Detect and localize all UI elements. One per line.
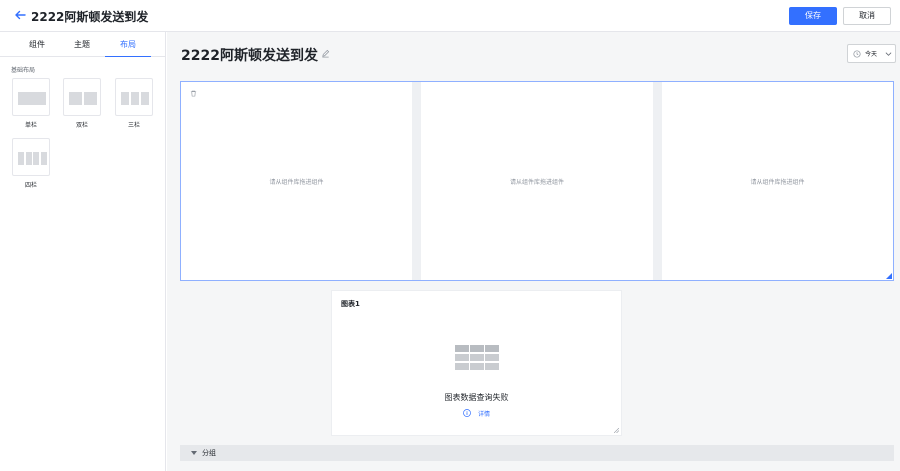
thumb-block — [141, 92, 149, 105]
left-panel: 组件 主题 布局 基础布局 单栏 双栏 三栏 四栏 — [0, 32, 166, 471]
chart-title: 图表1 — [341, 300, 360, 308]
date-filter-select[interactable]: 今天 — [847, 44, 896, 63]
date-filter-label: 今天 — [865, 51, 878, 58]
back-arrow-icon[interactable] — [12, 7, 28, 23]
thumb-block — [18, 152, 24, 165]
layout-option-triple[interactable]: 三栏 — [115, 78, 153, 134]
layout-label: 双栏 — [75, 122, 88, 129]
thumb-block — [131, 92, 139, 105]
caret-down-icon — [191, 451, 197, 455]
layout-option-quad[interactable]: 四栏 — [12, 138, 50, 194]
thumb-block — [33, 152, 39, 165]
thumb-block — [25, 152, 32, 165]
page-title: 2222阿斯顿发送到发 — [181, 48, 318, 64]
layout-label: 单栏 — [24, 122, 37, 129]
thumb-block — [18, 92, 46, 105]
chart-error-message: 图表数据查询失败 — [444, 393, 509, 402]
drop-placeholder: 请从组件库拖进组件 — [509, 179, 564, 186]
drop-placeholder: 请从组件库拖进组件 — [750, 179, 805, 186]
layout-column-1[interactable]: 请从组件库拖进组件 — [181, 82, 412, 280]
dashboard-canvas: 2222阿斯顿发送到发 今天 请从组件库拖进组件 请从组件库拖进组件 请从组件库… — [167, 32, 900, 471]
layout-label: 四栏 — [24, 182, 37, 189]
section-label-basic-layout: 基础布局 — [11, 67, 36, 74]
resize-icon[interactable] — [886, 273, 892, 279]
cancel-button[interactable]: 取消 — [843, 7, 891, 25]
chevron-down-icon — [885, 52, 892, 56]
thumb-block — [40, 152, 47, 165]
details-label: 详情 — [478, 411, 491, 418]
thumb-block — [69, 92, 82, 105]
edit-icon[interactable] — [321, 49, 330, 58]
panel-tabs: 组件 主题 布局 — [0, 32, 166, 57]
tab-theme[interactable]: 主题 — [59, 32, 105, 57]
layout-option-double[interactable]: 双栏 — [63, 78, 101, 134]
delete-icon[interactable] — [190, 90, 197, 97]
group-section-header[interactable]: 分组 — [180, 445, 894, 461]
clock-icon — [853, 50, 861, 58]
layout-thumb-double — [63, 78, 101, 116]
thumb-block — [84, 92, 97, 105]
layout-option-single[interactable]: 单栏 — [12, 78, 50, 134]
thumb-block — [121, 92, 129, 105]
resize-icon[interactable] — [614, 428, 619, 433]
layout-column-3[interactable]: 请从组件库拖进组件 — [662, 82, 893, 280]
caret-down-icon[interactable] — [122, 10, 132, 20]
table-icon — [455, 345, 499, 370]
layout-thumb-triple — [115, 78, 153, 116]
info-icon — [463, 409, 471, 417]
save-button[interactable]: 保存 — [789, 7, 837, 25]
tab-components[interactable]: 组件 — [14, 32, 60, 57]
layout-label: 三栏 — [127, 122, 140, 129]
tab-layout[interactable]: 布局 — [105, 32, 151, 57]
group-label: 分组 — [202, 449, 216, 457]
layout-thumb-single — [12, 78, 50, 116]
layout-column-2[interactable]: 请从组件库拖进组件 — [421, 82, 653, 280]
drop-placeholder: 请从组件库拖进组件 — [269, 179, 324, 186]
chart-card[interactable]: 图表1 图表数据查询失败 详情 — [331, 290, 622, 436]
top-bar: 2222阿斯顿发送到发 保存 取消 — [0, 0, 900, 32]
three-column-layout-container[interactable]: 请从组件库拖进组件 请从组件库拖进组件 请从组件库拖进组件 — [180, 81, 894, 281]
layout-thumb-quad — [12, 138, 50, 176]
